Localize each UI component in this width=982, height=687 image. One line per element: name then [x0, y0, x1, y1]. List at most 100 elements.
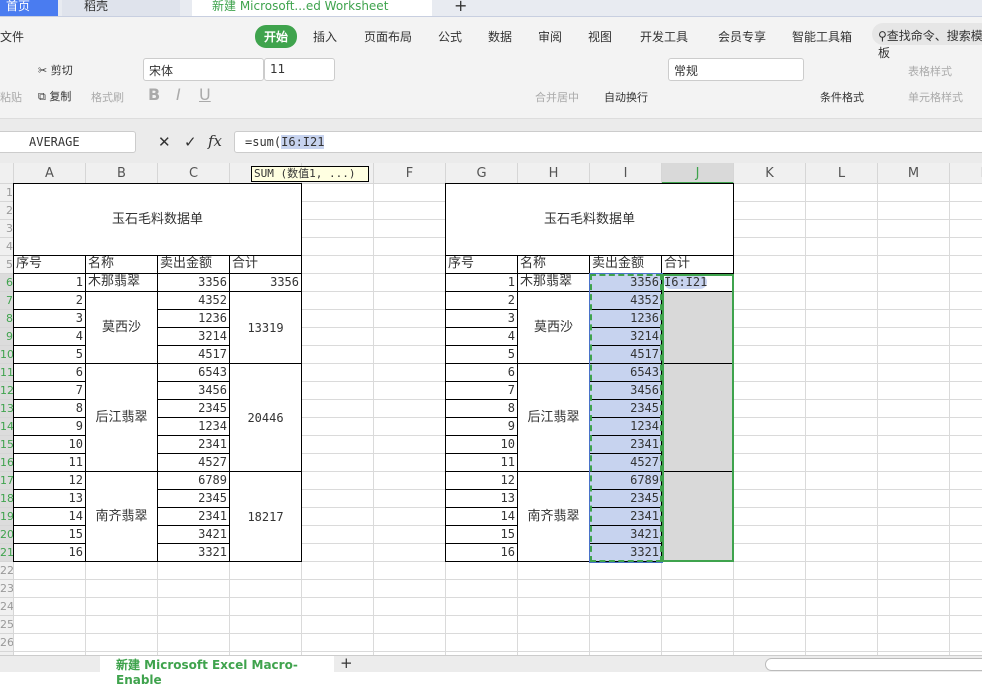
- row-header[interactable]: 13: [0, 400, 14, 418]
- product-name-cell[interactable]: 木那翡翠: [85, 273, 158, 292]
- column-heading[interactable]: 序号: [13, 255, 86, 274]
- row-header[interactable]: 9: [0, 328, 14, 346]
- format-painter-button[interactable]: 格式刷: [91, 89, 124, 105]
- menu-review[interactable]: 审阅: [538, 28, 562, 45]
- menu-member[interactable]: 会员专享: [718, 28, 766, 45]
- seq-cell[interactable]: 5: [445, 345, 518, 364]
- total-cell[interactable]: 3356: [229, 273, 302, 292]
- name-box[interactable]: AVERAGE: [0, 131, 136, 153]
- menu-home[interactable]: 开始: [255, 25, 298, 48]
- row-header[interactable]: 2: [0, 202, 14, 220]
- seq-cell[interactable]: 4: [445, 327, 518, 346]
- tab-workbook[interactable]: 新建 Microsoft...ed Worksheet: [192, 0, 432, 16]
- row-header[interactable]: 10: [0, 346, 14, 364]
- amount-cell[interactable]: 2345: [157, 489, 230, 508]
- menu-tools[interactable]: 智能工具箱: [792, 28, 852, 45]
- amount-cell[interactable]: 4517: [157, 345, 230, 364]
- column-header-B[interactable]: B: [86, 163, 158, 184]
- column-heading[interactable]: 序号: [445, 255, 518, 274]
- row-header[interactable]: 16: [0, 454, 14, 472]
- product-name-cell[interactable]: 莫西沙: [517, 291, 590, 364]
- amount-cell[interactable]: 3214: [157, 327, 230, 346]
- seq-cell[interactable]: 8: [13, 399, 86, 418]
- conditional-format-button[interactable]: 条件格式: [820, 89, 864, 105]
- menu-developer[interactable]: 开发工具: [640, 28, 688, 45]
- amount-cell[interactable]: 6543: [157, 363, 230, 382]
- row-header[interactable]: 18: [0, 490, 14, 508]
- table-title[interactable]: 玉石毛料数据单: [13, 183, 302, 256]
- column-header-F[interactable]: F: [374, 163, 446, 184]
- seq-cell[interactable]: 3: [445, 309, 518, 328]
- column-heading[interactable]: 合计: [661, 255, 734, 274]
- wrap-text-button[interactable]: 自动换行: [604, 89, 648, 105]
- column-heading[interactable]: 合计: [229, 255, 302, 274]
- row-header[interactable]: 12: [0, 382, 14, 400]
- column-header-J[interactable]: J: [662, 163, 734, 184]
- amount-cell[interactable]: 3421: [157, 525, 230, 544]
- add-sheet-icon[interactable]: +: [340, 654, 353, 672]
- menu-file[interactable]: 文件: [0, 28, 24, 45]
- seq-cell[interactable]: 15: [13, 525, 86, 544]
- product-name-cell[interactable]: 莫西沙: [85, 291, 158, 364]
- seq-cell[interactable]: 12: [445, 471, 518, 490]
- column-header-H[interactable]: H: [518, 163, 590, 184]
- row-header[interactable]: 11: [0, 364, 14, 382]
- seq-cell[interactable]: 7: [13, 381, 86, 400]
- seq-cell[interactable]: 10: [13, 435, 86, 454]
- horizontal-scrollbar[interactable]: [765, 658, 982, 671]
- seq-cell[interactable]: 10: [445, 435, 518, 454]
- column-header-N[interactable]: N: [950, 163, 982, 184]
- amount-cell[interactable]: 3321: [157, 543, 230, 562]
- row-header[interactable]: 24: [0, 598, 14, 616]
- amount-cell[interactable]: 4527: [157, 453, 230, 472]
- amount-cell[interactable]: 3456: [157, 381, 230, 400]
- menu-page-layout[interactable]: 页面布局: [364, 28, 412, 45]
- seq-cell[interactable]: 11: [13, 453, 86, 472]
- cut-button[interactable]: ✂ 剪切: [38, 62, 73, 78]
- column-heading[interactable]: 卖出金额: [157, 255, 230, 274]
- product-name-cell[interactable]: 南齐翡翠: [517, 471, 590, 562]
- amount-cell[interactable]: 3356: [157, 273, 230, 292]
- cell-style-button[interactable]: 单元格样式: [908, 89, 963, 105]
- tab-docer[interactable]: 稻壳: [62, 0, 180, 16]
- menu-formulas[interactable]: 公式: [438, 28, 462, 45]
- product-name-cell[interactable]: 后江翡翠: [85, 363, 158, 472]
- product-name-cell[interactable]: 木那翡翠: [517, 273, 590, 292]
- merge-center-button[interactable]: 合并居中: [535, 89, 579, 105]
- row-header[interactable]: 26: [0, 634, 14, 652]
- font-size-select[interactable]: 11: [264, 58, 335, 81]
- seq-cell[interactable]: 8: [445, 399, 518, 418]
- select-all-corner[interactable]: [0, 163, 14, 184]
- seq-cell[interactable]: 3: [13, 309, 86, 328]
- amount-cell[interactable]: 1234: [157, 417, 230, 436]
- column-heading[interactable]: 名称: [85, 255, 158, 274]
- row-header[interactable]: 22: [0, 562, 14, 580]
- tab-home[interactable]: 首页: [0, 0, 58, 16]
- seq-cell[interactable]: 14: [13, 507, 86, 526]
- amount-cell[interactable]: 2341: [157, 507, 230, 526]
- row-header[interactable]: 4: [0, 238, 14, 256]
- row-header[interactable]: 21: [0, 544, 14, 562]
- row-header[interactable]: 19: [0, 508, 14, 526]
- table-title[interactable]: 玉石毛料数据单: [445, 183, 734, 256]
- search-input[interactable]: 查找命令、搜索模板: [878, 29, 982, 60]
- column-header-K[interactable]: K: [734, 163, 806, 184]
- menu-data[interactable]: 数据: [488, 28, 512, 45]
- total-cell[interactable]: 20446: [229, 363, 302, 472]
- column-header-I[interactable]: I: [590, 163, 662, 184]
- row-header[interactable]: 7: [0, 292, 14, 310]
- column-heading[interactable]: 名称: [517, 255, 590, 274]
- seq-cell[interactable]: 15: [445, 525, 518, 544]
- seq-cell[interactable]: 11: [445, 453, 518, 472]
- italic-icon[interactable]: I: [176, 85, 181, 104]
- seq-cell[interactable]: 5: [13, 345, 86, 364]
- row-header[interactable]: 1: [0, 184, 14, 202]
- bold-icon[interactable]: B: [148, 85, 160, 104]
- column-heading[interactable]: 卖出金额: [589, 255, 662, 274]
- row-header[interactable]: 23: [0, 580, 14, 598]
- row-header[interactable]: 3: [0, 220, 14, 238]
- seq-cell[interactable]: 9: [13, 417, 86, 436]
- seq-cell[interactable]: 14: [445, 507, 518, 526]
- row-header[interactable]: 6: [0, 274, 14, 292]
- total-cell[interactable]: 18217: [229, 471, 302, 562]
